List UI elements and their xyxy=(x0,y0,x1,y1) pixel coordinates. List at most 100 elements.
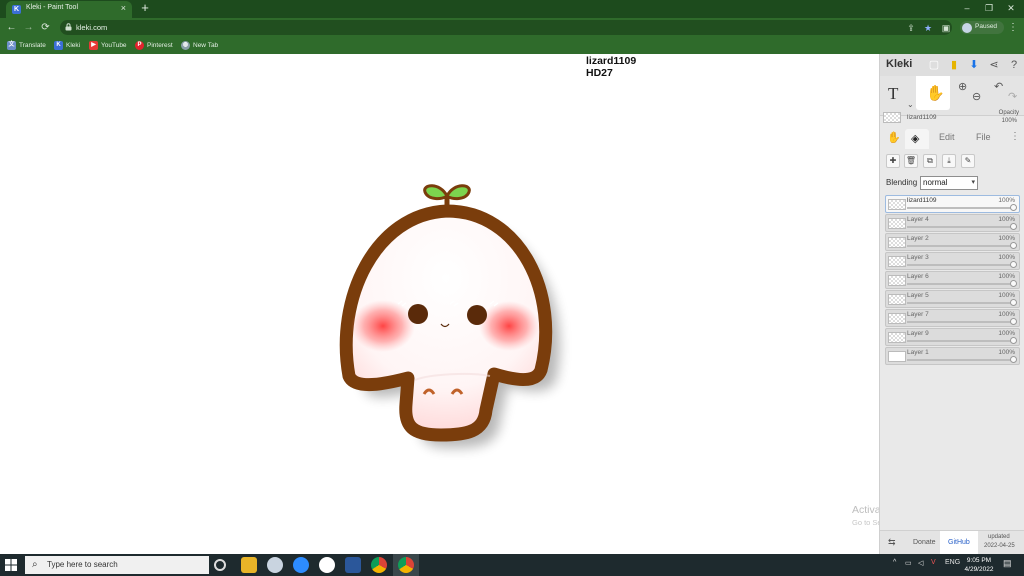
layer-opacity-slider[interactable] xyxy=(907,302,1011,304)
layer-item[interactable]: Layer 6 100% xyxy=(885,271,1020,289)
restore-button[interactable]: ❐ xyxy=(978,2,1000,14)
more-icon[interactable]: ⋮ xyxy=(1010,131,1020,142)
zoom-app-icon[interactable] xyxy=(293,557,309,573)
layer-opacity-slider[interactable] xyxy=(907,207,1011,209)
layer-item[interactable]: lizard1109 100% xyxy=(885,195,1020,213)
delete-layer-icon[interactable]: 🗑 xyxy=(904,154,918,168)
slider-knob[interactable] xyxy=(1010,356,1017,363)
bookmark-pinterest[interactable]: P Pinterest xyxy=(135,40,173,51)
layer-opacity-slider[interactable] xyxy=(907,359,1011,361)
zoom-out-icon[interactable]: ⊖ xyxy=(972,90,981,103)
address-bar-row: ← → ⟳ kleki.com ⇪ ★ ▣ Paused ⋮ xyxy=(0,18,1024,37)
github-link[interactable]: GitHub xyxy=(948,539,970,546)
forward-button[interactable]: → xyxy=(22,21,35,34)
undo-icon[interactable]: ↶ xyxy=(994,80,1003,93)
tab-layers[interactable]: ◈ xyxy=(905,129,929,149)
task-view-icon[interactable] xyxy=(214,559,226,571)
swap-icon[interactable]: ⇆ xyxy=(888,537,896,548)
layer-opacity-slider[interactable] xyxy=(907,245,1011,247)
drawing-canvas[interactable] xyxy=(0,54,879,554)
minimize-button[interactable]: – xyxy=(956,2,978,14)
slider-knob[interactable] xyxy=(1010,337,1017,344)
layer-opacity-slider[interactable] xyxy=(907,340,1011,342)
merge-layer-icon[interactable]: ⤓ xyxy=(942,154,956,168)
blending-select[interactable]: normal ▾ xyxy=(920,176,978,190)
file-explorer-icon[interactable] xyxy=(241,557,257,573)
layer-item[interactable]: Layer 9 100% xyxy=(885,328,1020,346)
bookmark-new-tab[interactable]: ◍ New Tab xyxy=(181,40,218,51)
bookmark-youtube[interactable]: ▶ YouTube xyxy=(89,40,127,51)
layer-item[interactable]: Layer 4 100% xyxy=(885,214,1020,232)
bookmark-translate[interactable]: 文 Translate xyxy=(7,40,46,51)
duplicate-layer-icon[interactable]: ⧉ xyxy=(923,154,937,168)
taskbar-search[interactable]: ⌕ Type here to search xyxy=(25,556,209,574)
close-window-button[interactable]: ✕ xyxy=(1000,2,1022,14)
tab-edit[interactable]: Edit xyxy=(939,132,955,142)
slider-knob[interactable] xyxy=(1010,242,1017,249)
layer-thumbnail xyxy=(888,275,906,286)
word-icon[interactable] xyxy=(345,557,361,573)
kleki-logo: Kleki xyxy=(886,58,913,70)
github-link-box[interactable]: GitHub xyxy=(940,531,978,555)
add-layer-icon[interactable]: ✚ xyxy=(886,154,900,168)
layer-item[interactable]: Layer 7 100% xyxy=(885,309,1020,327)
language-indicator[interactable]: ENG xyxy=(945,559,960,566)
layer-opacity-slider[interactable] xyxy=(907,226,1011,228)
chrome-icon[interactable] xyxy=(371,557,387,573)
menu-kebab-icon[interactable]: ⋮ xyxy=(1008,21,1018,34)
download-icon[interactable]: ⬇ xyxy=(966,57,982,73)
clock[interactable]: 9:05 PM 4/29/2022 xyxy=(962,556,996,574)
layer-opacity-slider[interactable] xyxy=(907,321,1011,323)
zoom-in-icon[interactable]: ⊕ xyxy=(958,80,967,93)
rename-layer-icon[interactable]: ✎ xyxy=(961,154,975,168)
blending-label: Blending xyxy=(886,178,918,187)
slider-knob[interactable] xyxy=(1010,261,1017,268)
tab-file[interactable]: File xyxy=(976,132,991,142)
omnibox[interactable]: kleki.com ⇪ ★ ▣ xyxy=(60,20,952,35)
bookmark-star-icon[interactable]: ★ xyxy=(922,22,934,34)
hand-tab-icon[interactable]: ✋ xyxy=(887,131,901,144)
active-app-slot[interactable] xyxy=(393,554,419,576)
browser-tab[interactable]: K Kleki - Paint Tool × xyxy=(6,1,132,18)
kleki-favicon-icon: K xyxy=(12,5,21,14)
slider-knob[interactable] xyxy=(1010,280,1017,287)
layer-item[interactable]: Layer 1 100% xyxy=(885,347,1020,365)
layer-item[interactable]: Layer 2 100% xyxy=(885,233,1020,251)
hand-tool-button[interactable]: ✋ xyxy=(916,76,950,110)
donate-link[interactable]: Donate xyxy=(913,539,936,546)
save-icon[interactable]: ▮ xyxy=(946,57,962,73)
bookmark-kleki[interactable]: K Kleki xyxy=(54,40,80,51)
kleki-sidebar: Kleki ▢ ▮ ⬇ ⋖ ? T ⌄ ✋ ⊕ ⊖ ↶ ↷ lizard1109… xyxy=(879,54,1024,555)
layer-item[interactable]: Layer 5 100% xyxy=(885,290,1020,308)
share-icon[interactable]: ⋖ xyxy=(986,57,1002,73)
layer-name: lizard1109 xyxy=(907,197,937,204)
slider-knob[interactable] xyxy=(1010,223,1017,230)
tab-close-icon[interactable]: × xyxy=(121,3,126,13)
slider-knob[interactable] xyxy=(1010,318,1017,325)
url-text: kleki.com xyxy=(76,23,108,32)
network-icon[interactable]: ▭ xyxy=(905,559,912,567)
slider-knob[interactable] xyxy=(1010,299,1017,306)
notifications-icon[interactable]: ▤ xyxy=(1003,558,1012,569)
share-icon[interactable]: ⇪ xyxy=(905,22,917,34)
help-icon[interactable]: ? xyxy=(1006,57,1022,73)
layer-name: Layer 2 xyxy=(907,235,929,242)
volume-icon[interactable]: ◁ xyxy=(918,559,923,567)
vivaldi-icon[interactable]: V xyxy=(931,559,936,566)
redo-icon[interactable]: ↷ xyxy=(1008,90,1017,103)
windows-start-icon[interactable] xyxy=(5,559,17,571)
profile-button[interactable]: Paused xyxy=(960,21,1004,34)
layer-item[interactable]: Layer 3 100% xyxy=(885,252,1020,270)
layer-opacity-slider[interactable] xyxy=(907,283,1011,285)
tray-chevron-icon[interactable]: ^ xyxy=(893,559,896,566)
app-icon[interactable] xyxy=(267,557,283,573)
reload-button[interactable]: ⟳ xyxy=(39,21,52,34)
layer-opacity-slider[interactable] xyxy=(907,264,1011,266)
chrome-profile-icon[interactable] xyxy=(319,557,335,573)
side-panel-icon[interactable]: ▣ xyxy=(940,22,952,34)
text-tool-button[interactable]: T xyxy=(888,84,898,104)
new-tab-button[interactable]: + xyxy=(138,1,152,15)
new-image-icon[interactable]: ▢ xyxy=(926,57,942,73)
slider-knob[interactable] xyxy=(1010,204,1017,211)
back-button[interactable]: ← xyxy=(5,21,18,34)
